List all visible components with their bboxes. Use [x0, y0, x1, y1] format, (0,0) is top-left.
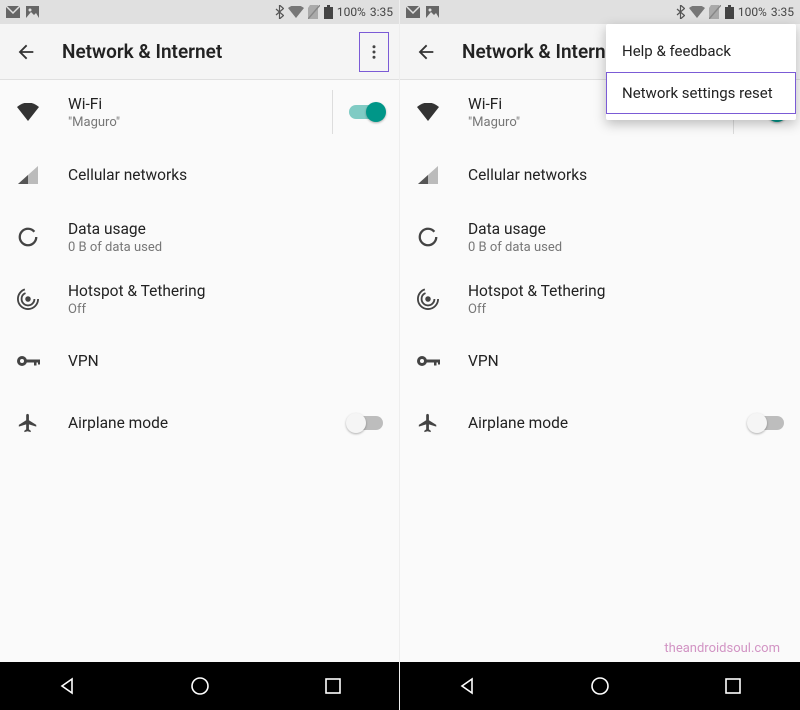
airplane-icon [414, 412, 442, 434]
menu-help-feedback[interactable]: Help & feedback [606, 30, 796, 72]
airplane-icon [14, 412, 42, 434]
hotspot-icon [14, 288, 42, 310]
vpn-key-icon [14, 354, 42, 368]
back-button[interactable] [10, 36, 42, 68]
hotspot-icon [414, 288, 442, 310]
screen-right: 100% 3:35 Network & Internet Help & feed… [400, 0, 800, 710]
gallery-icon [426, 6, 439, 18]
wifi-status-icon [288, 6, 304, 18]
gallery-icon [26, 6, 39, 18]
row-airplane[interactable]: Airplane mode [400, 392, 800, 454]
battery-icon [725, 5, 734, 19]
nav-bar [400, 662, 800, 710]
row-hotspot-sub: Off [68, 302, 383, 317]
nav-recents[interactable] [713, 666, 753, 706]
row-hotspot[interactable]: Hotspot & Tethering Off [0, 268, 399, 330]
battery-pct: 100% [738, 5, 767, 19]
wifi-icon [14, 103, 42, 121]
watermark: theandroidsoul.com [664, 641, 780, 656]
nav-home[interactable] [580, 666, 620, 706]
wifi-toggle[interactable] [349, 105, 383, 119]
battery-icon [324, 5, 333, 19]
menu-network-reset[interactable]: Network settings reset [606, 72, 796, 114]
no-sim-icon [709, 5, 721, 19]
page-title: Network & Internet [62, 40, 339, 63]
nav-home[interactable] [180, 666, 220, 706]
row-data-usage[interactable]: Data usage 0 B of data used [400, 206, 800, 268]
nav-back[interactable] [447, 666, 487, 706]
row-data-title: Data usage [68, 220, 383, 238]
row-cellular[interactable]: Cellular networks [400, 144, 800, 206]
wifi-status-icon [689, 6, 705, 18]
settings-list: Wi-Fi "Maguro" Cellular networks [0, 80, 399, 662]
gmail-icon [406, 6, 420, 18]
airplane-toggle[interactable] [349, 416, 383, 430]
screen-left: 100% 3:35 Network & Internet Wi-Fi " [0, 0, 400, 710]
bluetooth-icon [275, 5, 284, 19]
overflow-menu: Help & feedback Network settings reset [606, 24, 796, 120]
nav-back[interactable] [47, 666, 87, 706]
row-cellular-title: Cellular networks [468, 166, 784, 184]
row-vpn[interactable]: VPN [400, 330, 800, 392]
app-bar: Network & Internet [0, 24, 399, 80]
battery-pct: 100% [337, 5, 366, 19]
status-bar: 100% 3:35 [400, 0, 800, 24]
row-wifi-sub: "Maguro" [68, 115, 306, 130]
bluetooth-icon [676, 5, 685, 19]
row-vpn[interactable]: VPN [0, 330, 399, 392]
row-data-usage[interactable]: Data usage 0 B of data used [0, 206, 399, 268]
row-data-sub: 0 B of data used [468, 240, 784, 255]
row-cellular[interactable]: Cellular networks [0, 144, 399, 206]
row-hotspot[interactable]: Hotspot & Tethering Off [400, 268, 800, 330]
cellular-icon [14, 166, 42, 184]
settings-list: Wi-Fi "Maguro" Cellular networks [400, 80, 800, 662]
row-hotspot-title: Hotspot & Tethering [468, 282, 784, 300]
overflow-menu-button[interactable] [359, 32, 389, 72]
row-airplane-title: Airplane mode [68, 414, 323, 432]
row-cellular-title: Cellular networks [68, 166, 383, 184]
row-data-title: Data usage [468, 220, 784, 238]
row-airplane[interactable]: Airplane mode [0, 392, 399, 454]
no-sim-icon [308, 5, 320, 19]
nav-recents[interactable] [313, 666, 353, 706]
clock: 3:35 [771, 5, 794, 19]
row-vpn-title: VPN [68, 352, 383, 370]
row-hotspot-sub: Off [468, 302, 784, 317]
back-button[interactable] [410, 36, 442, 68]
gmail-icon [6, 6, 20, 18]
row-wifi[interactable]: Wi-Fi "Maguro" [0, 80, 399, 144]
clock: 3:35 [370, 5, 393, 19]
row-data-sub: 0 B of data used [68, 240, 383, 255]
cellular-icon [414, 166, 442, 184]
data-usage-icon [414, 226, 442, 248]
row-airplane-title: Airplane mode [468, 414, 724, 432]
vpn-key-icon [414, 354, 442, 368]
row-vpn-title: VPN [468, 352, 784, 370]
row-hotspot-title: Hotspot & Tethering [68, 282, 383, 300]
airplane-toggle[interactable] [750, 416, 784, 430]
row-wifi-title: Wi-Fi [68, 95, 306, 113]
wifi-icon [414, 103, 442, 121]
nav-bar [0, 662, 399, 710]
status-bar: 100% 3:35 [0, 0, 399, 24]
data-usage-icon [14, 226, 42, 248]
